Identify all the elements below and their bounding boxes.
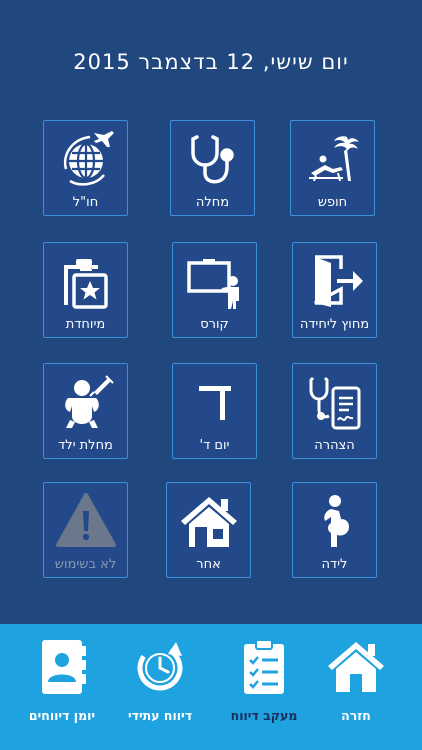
nav-label: חזרה: [341, 708, 371, 723]
checklist-icon: [232, 634, 296, 698]
pregnant-icon: [303, 489, 367, 553]
tile-label: יום ד': [199, 438, 230, 453]
tile-label: חו"ל: [72, 195, 99, 210]
tile-course[interactable]: קורס: [172, 242, 257, 338]
tile-label: לידה: [321, 557, 348, 572]
contact-book-icon: [30, 634, 94, 698]
exit-door-icon: [303, 249, 367, 313]
teacher-board-icon: [183, 249, 247, 313]
nav-label: דיווח עתידי: [127, 708, 193, 723]
tile-vacation[interactable]: חופש: [290, 120, 375, 216]
baby-injection-icon: [54, 370, 118, 434]
tile-label: הצהרה: [314, 438, 355, 453]
tile-label: מחלת ילד: [58, 438, 113, 453]
tile-day-dalet[interactable]: יום ד': [172, 363, 257, 459]
home-icon: [324, 634, 388, 698]
nav-report-log[interactable]: יומן דיווחים: [12, 634, 112, 744]
nav-report-tracking[interactable]: מעקב דיווח: [214, 634, 314, 744]
letter-dalet-icon: [183, 370, 247, 434]
tile-label: קורס: [200, 317, 229, 332]
nav-future-report[interactable]: דיווח עתידי: [110, 634, 210, 744]
tile-birth[interactable]: לידה: [292, 482, 377, 578]
nav-label: מעקב דיווח: [230, 708, 298, 723]
nav-label: יומן דיווחים: [28, 708, 96, 723]
warning-icon: [54, 489, 118, 553]
tile-label: מיוחדת: [65, 317, 106, 332]
nav-back[interactable]: חזרה: [306, 634, 406, 744]
medical-declaration-icon: [303, 370, 367, 434]
tile-declaration[interactable]: הצהרה: [292, 363, 377, 459]
report-type-grid: חופש מחלה חו"ל מחוץ ליחידה קורס מיוחדת ה…: [0, 0, 422, 620]
tile-label: אחר: [196, 557, 221, 572]
tile-special[interactable]: מיוחדת: [43, 242, 128, 338]
tile-outside-unit[interactable]: מחוץ ליחידה: [292, 242, 377, 338]
tile-other[interactable]: אחר: [166, 482, 251, 578]
tile-sick[interactable]: מחלה: [170, 120, 255, 216]
tile-label: לא בשימוש: [54, 557, 117, 572]
house-icon: [177, 489, 241, 553]
globe-plane-icon: [54, 127, 118, 191]
beach-vacation-icon: [301, 127, 365, 191]
clipboard-star-icon: [54, 249, 118, 313]
tile-child-sick[interactable]: מחלת ילד: [43, 363, 128, 459]
tile-unused: לא בשימוש: [43, 482, 128, 578]
tile-label: מחלה: [195, 195, 230, 210]
tile-abroad[interactable]: חו"ל: [43, 120, 128, 216]
bottom-navigation: חזרה מעקב דיווח דיווח עתידי יומן דיווחים: [0, 624, 422, 750]
stethoscope-icon: [181, 127, 245, 191]
tile-label: חופש: [317, 195, 348, 210]
clock-refresh-icon: [128, 634, 192, 698]
tile-label: מחוץ ליחידה: [299, 317, 370, 332]
